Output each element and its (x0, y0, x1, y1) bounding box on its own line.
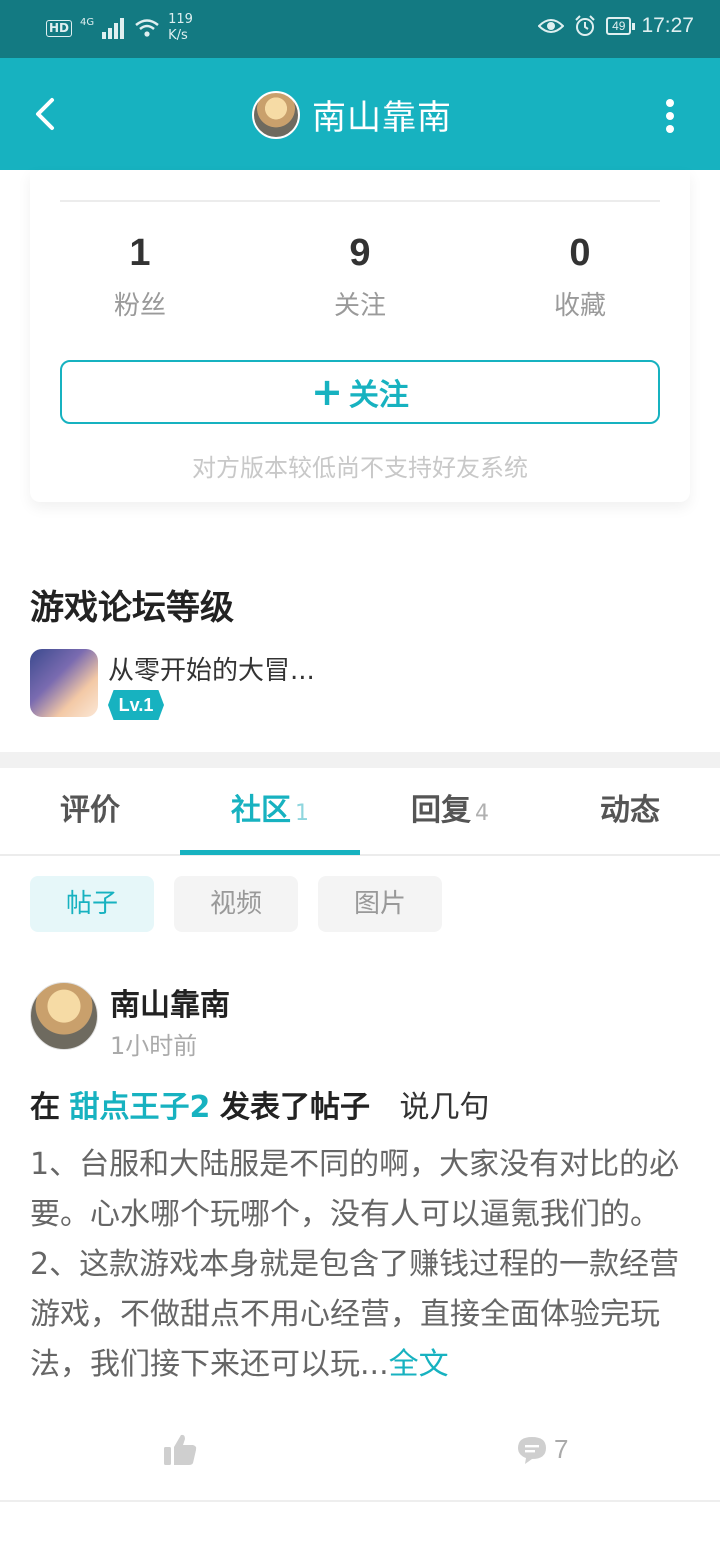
profile-card: 1 粉丝 9 关注 0 收藏 + 关注 对方版本较低尚不支持好友系统 (30, 170, 690, 502)
forum-level-title: 游戏论坛等级 (30, 588, 234, 628)
stat-favorites[interactable]: 0 收藏 (490, 232, 670, 322)
post-body[interactable]: 1、台服和大陆服是不同的啊，大家没有对比的必要。心水哪个玩哪个，没有人可以逼氪我… (30, 1140, 690, 1390)
plus-icon: + (311, 370, 343, 414)
stat-following-label: 关注 (333, 291, 386, 321)
stat-fans[interactable]: 1 粉丝 (50, 232, 230, 322)
stat-favorites-value: 0 (569, 232, 591, 274)
tab-replies[interactable]: 回复 4 (360, 768, 540, 854)
post-divider (0, 1500, 720, 1502)
post-avatar[interactable] (30, 982, 98, 1050)
eye-icon (538, 19, 565, 33)
header-avatar (252, 90, 300, 139)
friend-system-note: 对方版本较低尚不支持好友系统 (192, 454, 528, 482)
speed-value: 119 (168, 12, 193, 27)
post-action: 发表了帖子 (219, 1090, 370, 1125)
tab-replies-count: 4 (475, 801, 489, 826)
comment-button[interactable]: 7 (516, 1434, 568, 1465)
section-gap (0, 752, 720, 768)
battery-indicator: 49 (606, 17, 636, 35)
post-username[interactable]: 南山靠南 (110, 980, 230, 1024)
stat-fans-label: 粉丝 (113, 291, 166, 321)
level-badge: Lv.1 (108, 690, 164, 720)
alarm-icon (575, 15, 595, 36)
app-bar: 南山靠南 (0, 58, 720, 170)
network-type: 4G (80, 16, 95, 28)
network-speed: 119 K/s (168, 12, 193, 44)
comment-count: 7 (554, 1434, 569, 1464)
status-bar: HD 4G 119 K/s 49 17:27 (0, 0, 720, 58)
header-title-group: 南山靠南 (252, 90, 452, 139)
speed-unit: K/s (168, 28, 188, 43)
signal-icon (102, 18, 125, 39)
game-name[interactable]: 从零开始的大冒... (108, 650, 315, 687)
post-game-link[interactable]: 甜点王子2 (70, 1090, 211, 1125)
read-more-link[interactable]: 全文 (389, 1347, 449, 1382)
more-options-icon[interactable] (664, 98, 676, 134)
stat-favorites-label: 收藏 (553, 291, 606, 321)
tab-community-label: 社区 (231, 793, 291, 828)
tab-reviews[interactable]: 评价 (0, 768, 180, 854)
chip-posts[interactable]: 帖子 (30, 876, 154, 932)
tab-community-count: 1 (295, 801, 309, 826)
profile-tabs: 评价 社区 1 回复 4 动态 (0, 768, 720, 856)
stat-following[interactable]: 9 关注 (270, 232, 450, 322)
post-prefix: 在 (30, 1090, 60, 1125)
card-divider (60, 200, 660, 202)
chip-images[interactable]: 图片 (318, 876, 442, 932)
game-icon[interactable] (30, 649, 98, 717)
tab-activity[interactable]: 动态 (540, 768, 720, 854)
chip-videos[interactable]: 视频 (174, 876, 298, 932)
hd-indicator: HD (46, 19, 73, 37)
clock: 17:27 (641, 14, 694, 37)
stat-fans-value: 1 (129, 232, 151, 274)
follow-label: 关注 (348, 378, 409, 413)
tab-replies-label: 回复 (411, 793, 471, 828)
post-time: 1小时前 (110, 1032, 198, 1060)
stat-following-value: 9 (349, 232, 371, 274)
post-title[interactable]: 说几句 (400, 1090, 490, 1125)
back-arrow-icon[interactable] (30, 92, 70, 136)
page-title: 南山靠南 (312, 98, 452, 138)
post-header: 在 甜点王子2 发表了帖子 说几句 (30, 1082, 490, 1126)
tab-community[interactable]: 社区 1 (180, 768, 360, 854)
follow-button[interactable]: + 关注 (60, 360, 660, 424)
comment-icon (518, 1436, 546, 1464)
tab-reviews-label: 评价 (60, 793, 120, 828)
wifi-icon (135, 19, 159, 37)
tab-activity-label: 动态 (600, 793, 660, 828)
thumbs-up-icon[interactable] (162, 1432, 198, 1468)
post-body-text: 1、台服和大陆服是不同的啊，大家没有对比的必要。心水哪个玩哪个，没有人可以逼氪我… (30, 1147, 680, 1382)
active-tab-indicator (180, 850, 360, 855)
